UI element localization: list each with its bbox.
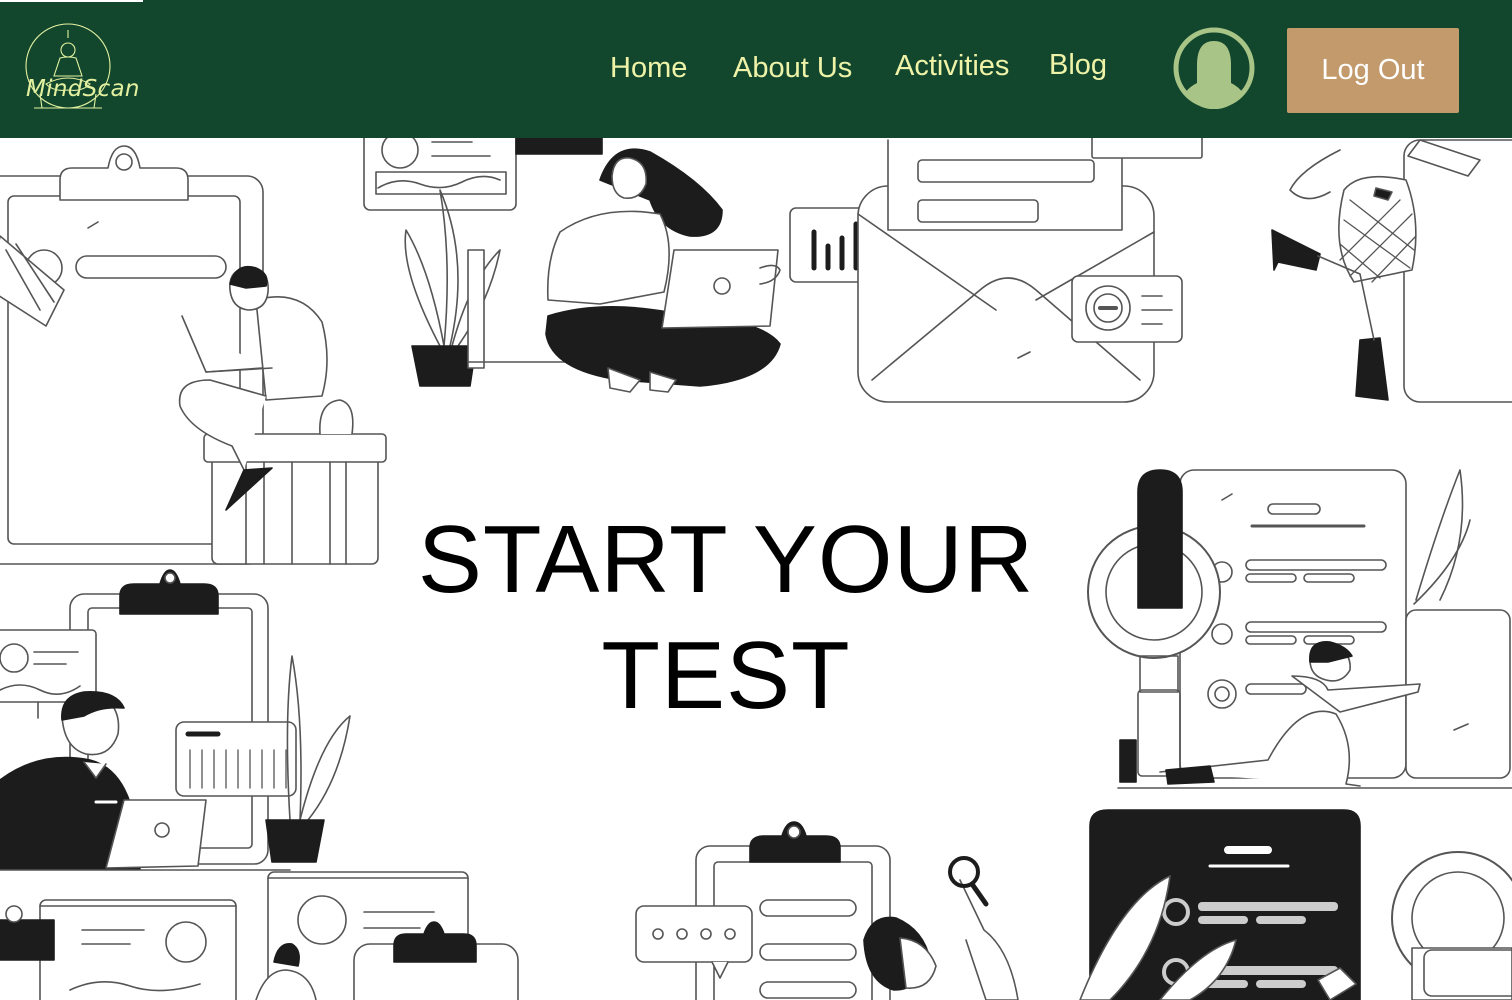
hero-illustration [0,119,1512,1000]
chat-clipboard-illustration [635,821,1019,1000]
brand-name: MindScan [26,76,140,102]
nav-link-about-us[interactable]: About Us [733,52,852,85]
user-avatar[interactable] [1173,27,1255,110]
hero-title: START YOUR TEST [406,502,1046,734]
user-avatar-icon [1173,27,1255,110]
woman-with-laptop-illustration [545,148,781,393]
phone-screen-illustration [1079,809,1512,1000]
man-with-laptop-illustration [178,265,387,565]
logout-button[interactable]: Log Out [1287,28,1459,113]
top-navbar: MindScan Home About Us Activities Blog L… [0,0,1512,138]
hero-title-line-2: TEST [601,622,851,729]
man-at-desk-illustration [0,569,351,900]
envelope-illustration [857,135,1203,403]
nav-link-home[interactable]: Home [610,52,687,85]
jumping-woman-illustration [1271,139,1512,403]
magnifier-document-illustration [1087,469,1512,789]
hero-title-line-1: START YOUR [417,506,1035,613]
page: START YOUR TEST MindScan Home About Us A… [0,0,1512,1000]
nav-link-activities[interactable]: Activities [895,50,1009,83]
brand-logo[interactable]: MindScan [12,22,139,114]
nav-link-blog[interactable]: Blog [1049,49,1107,82]
